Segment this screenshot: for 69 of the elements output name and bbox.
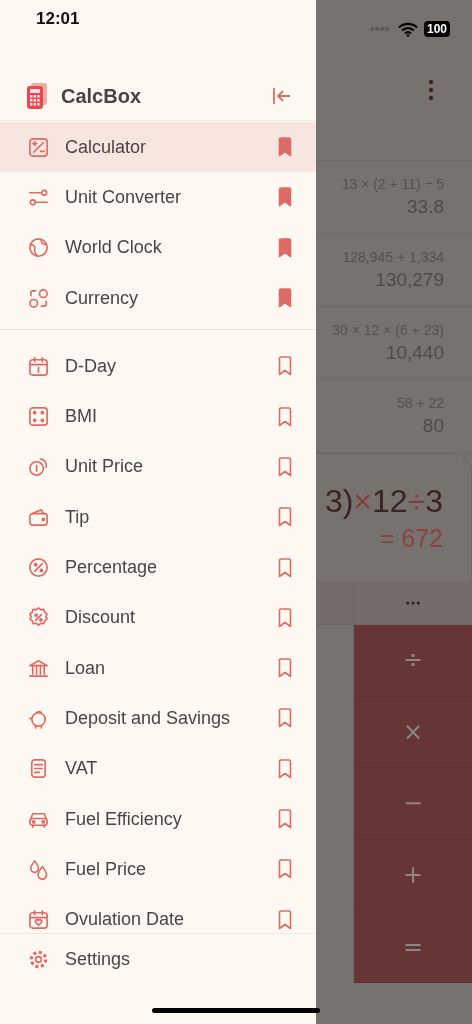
menu-label: BMI	[65, 406, 98, 428]
menu-item[interactable]: Loan	[0, 642, 316, 694]
bookmark-icon[interactable]	[278, 456, 292, 477]
menu-item[interactable]: Tip	[0, 492, 316, 543]
menu-item[interactable]: Deposit and Savings	[0, 693, 316, 744]
display-expression: 3)×12÷3	[324, 483, 443, 520]
bookmark-icon[interactable]	[278, 708, 292, 729]
menu-label: World Clock	[65, 237, 163, 259]
wifi-icon	[397, 21, 418, 37]
menu-label: D-Day	[65, 355, 117, 377]
status-time: 12:01	[36, 9, 80, 29]
battery-level: 100	[423, 21, 450, 37]
menu-label: VAT	[65, 758, 99, 780]
bookmark-icon[interactable]	[278, 557, 292, 578]
menu-item[interactable]: Fuel Price	[0, 844, 316, 895]
bookmark-icon[interactable]	[278, 607, 292, 628]
bookmark-icon[interactable]	[278, 288, 292, 309]
menu-icon	[27, 135, 50, 159]
menu-icon	[27, 405, 50, 429]
menu-label: Ovulation Date	[65, 909, 186, 931]
menu-label: Currency	[65, 287, 140, 309]
bookmark-icon[interactable]	[278, 356, 292, 377]
menu-label: Calculator	[65, 136, 148, 158]
menu-label: Loan	[65, 657, 107, 679]
menu-label: Percentage	[65, 557, 159, 578]
menu-label: Settings	[65, 948, 132, 970]
bookmark-icon[interactable]	[278, 658, 292, 679]
menu-label: Unit Converter	[65, 186, 183, 208]
menu-item[interactable]: Unit Converter	[0, 172, 316, 223]
menu-label: Deposit and Savings	[65, 707, 232, 729]
menu-item[interactable]: Ovulation Date	[0, 894, 316, 933]
bookmark-icon[interactable]	[278, 406, 292, 427]
bookmark-icon[interactable]	[278, 507, 292, 528]
menu-icon	[27, 857, 50, 881]
menu-item[interactable]: BMI	[0, 391, 316, 442]
menu-icon	[27, 286, 50, 310]
menu-item[interactable]: VAT	[0, 743, 316, 794]
menu-item[interactable]: Fuel Efficiency	[0, 793, 316, 845]
bookmark-icon[interactable]	[278, 137, 292, 158]
signal-icon	[367, 26, 392, 32]
bookmark-icon[interactable]	[278, 909, 292, 930]
bookmark-icon[interactable]	[278, 809, 292, 829]
menu-item[interactable]: World Clock	[0, 222, 316, 273]
menu-label: Tip	[65, 506, 91, 528]
calculator-icon	[27, 83, 47, 109]
menu-item[interactable]: Currency	[0, 272, 316, 324]
menu-label: Discount	[65, 607, 137, 629]
menu-item[interactable]: Discount	[0, 592, 316, 643]
bookmark-icon[interactable]	[278, 187, 292, 208]
menu-icon	[27, 908, 50, 932]
more-icon[interactable]	[406, 601, 420, 605]
menu-label: Unit Price	[65, 456, 145, 478]
menu-item[interactable]: Calculator	[0, 122, 316, 173]
settings-item[interactable]: Settings	[0, 934, 316, 985]
menu-icon	[27, 236, 50, 260]
menu-icon	[27, 556, 50, 579]
menu-item[interactable]: Percentage	[0, 542, 316, 593]
collapse-icon[interactable]	[272, 86, 292, 106]
menu-icon	[27, 354, 50, 378]
menu-item[interactable]: Unit Price	[0, 441, 316, 493]
menu-label: Fuel Efficiency	[65, 808, 183, 830]
bookmark-icon[interactable]	[278, 758, 292, 779]
more-icon[interactable]	[428, 79, 434, 101]
bookmark-icon[interactable]	[278, 859, 292, 880]
app-title: CalcBox	[61, 84, 143, 108]
menu-label: Fuel Price	[65, 858, 148, 880]
menu-icon	[27, 455, 50, 479]
menu-item[interactable]: D-Day	[0, 341, 316, 392]
bookmark-icon[interactable]	[278, 237, 292, 258]
